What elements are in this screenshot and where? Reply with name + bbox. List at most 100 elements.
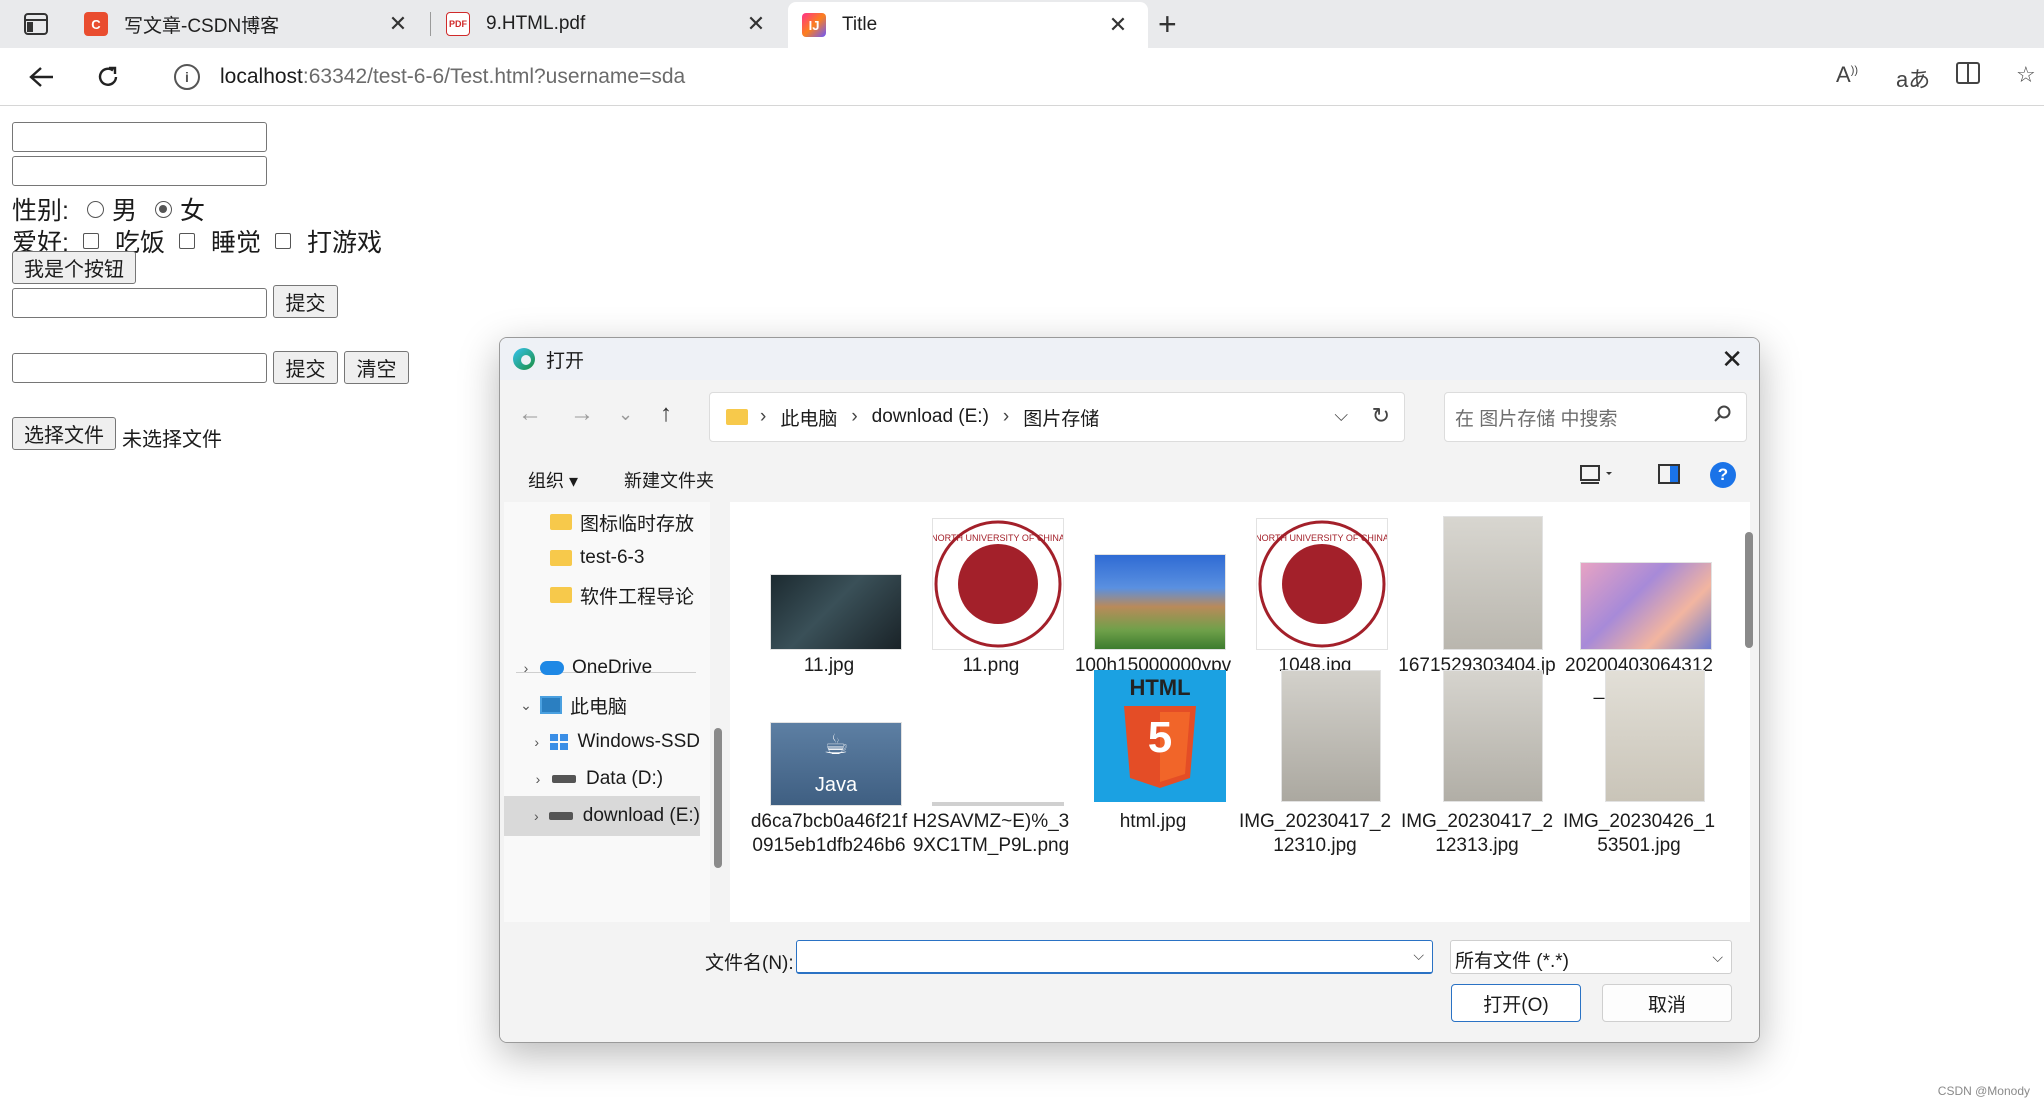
- tab-bar: C 写文章-CSDN博客 ✕ PDF 9.HTML.pdf ✕ IJ Title…: [0, 0, 2044, 48]
- gender-female-radio[interactable]: [154, 200, 172, 218]
- chevron-right-icon[interactable]: ›: [524, 808, 549, 824]
- file-item[interactable]: IMG_20230426_153501.jpg: [1560, 670, 1715, 862]
- breadcrumb-item[interactable]: 图片存储: [1023, 404, 1099, 431]
- chevron-down-icon[interactable]: ⌵: [1712, 949, 1723, 966]
- tab-close-icon[interactable]: ✕: [1106, 12, 1130, 38]
- chevron-right-icon[interactable]: ›: [524, 734, 550, 750]
- chevron-down-icon[interactable]: ⌵: [1413, 947, 1424, 964]
- csdn-favicon-icon: C: [84, 12, 108, 36]
- recent-locations-chevron-icon[interactable]: ⌄: [618, 404, 633, 425]
- new-tab-icon[interactable]: +: [1158, 8, 1177, 40]
- tab-title-active[interactable]: IJ Title ✕: [788, 2, 1148, 48]
- file-name: H2SAVMZ~E)%_39XC1TM_P9L.png: [912, 811, 1070, 856]
- nav-item-download-e[interactable]: › download (E:): [504, 796, 700, 836]
- dialog-title-bar: 打开 ✕: [500, 338, 1759, 380]
- up-folder-icon[interactable]: ↑: [660, 400, 672, 428]
- generic-button[interactable]: 我是个按钮: [12, 251, 136, 284]
- tab-close-icon[interactable]: ✕: [386, 11, 410, 37]
- address-bar[interactable]: i localhost:63342/test-6-6/Test.html?use…: [150, 54, 1805, 100]
- chevron-right-icon[interactable]: ›: [524, 771, 552, 787]
- tab-separator: [430, 12, 431, 36]
- image-thumbnail: [932, 802, 1064, 806]
- nav-item-software-engineering[interactable]: 软件工程导论: [504, 575, 700, 615]
- open-button[interactable]: 打开(O): [1451, 984, 1581, 1022]
- nav-item-test-6-3[interactable]: test-6-3: [504, 538, 700, 578]
- coffee-cup-icon: ☕: [823, 729, 849, 760]
- nav-item-this-pc[interactable]: ⌄ 此电脑: [504, 685, 700, 725]
- favorites-icon[interactable]: ☆: [2016, 62, 2036, 88]
- file-item[interactable]: H2SAVMZ~E)%_39XC1TM_P9L.png: [912, 702, 1069, 862]
- dialog-search-input[interactable]: 在 图片存储 中搜索: [1444, 392, 1747, 442]
- dialog-forward-icon[interactable]: →: [570, 400, 594, 428]
- breadcrumb[interactable]: › 此电脑 › download (E:) › 图片存储 ⌵ ↻: [709, 392, 1405, 442]
- file-item[interactable]: NORTH UNIVERSITY OF CHINA 1048.jpg: [1236, 502, 1390, 676]
- file-item[interactable]: ☕ Java d6ca7bcb0a46f21f0915eb1dfb246b600…: [750, 702, 907, 862]
- text-input-1[interactable]: [12, 288, 267, 318]
- file-item[interactable]: 1671529303404.jpg: [1398, 502, 1556, 700]
- url-host: localhost: [220, 65, 303, 88]
- breadcrumb-item[interactable]: download (E:): [872, 406, 989, 428]
- dialog-close-icon[interactable]: ✕: [1721, 344, 1743, 375]
- file-item[interactable]: IMG_20230417_212310.jpg: [1236, 670, 1391, 862]
- chevron-right-icon[interactable]: ›: [512, 660, 540, 676]
- translate-icon[interactable]: aあ: [1896, 62, 1930, 94]
- tab-pdf[interactable]: PDF 9.HTML.pdf ✕: [432, 0, 786, 48]
- dialog-footer: 文件名(N): ⌵ 所有文件 (*.*) ⌵ 打开(O) 取消: [500, 922, 1759, 1042]
- search-placeholder: 在 图片存储 中搜索: [1455, 408, 1618, 430]
- edge-icon: [513, 348, 535, 370]
- file-item[interactable]: NORTH UNIVERSITY OF CHINA 11.png: [912, 502, 1066, 676]
- nav-item-windows-ssd[interactable]: › Windows-SSD: [504, 722, 700, 762]
- image-thumbnail: [1094, 554, 1226, 650]
- tab-csdn[interactable]: C 写文章-CSDN博客 ✕: [70, 0, 428, 48]
- nav-pane-scrollbar[interactable]: [714, 728, 722, 868]
- view-options-icon[interactable]: [1580, 464, 1614, 489]
- file-type-select[interactable]: 所有文件 (*.*) ⌵: [1450, 940, 1732, 974]
- file-list-scrollbar[interactable]: [1745, 502, 1753, 922]
- nav-item-icon-temp[interactable]: 图标临时存放: [504, 502, 700, 542]
- back-icon[interactable]: [24, 60, 60, 94]
- gender-female-label: 女: [179, 197, 205, 225]
- chevron-down-icon[interactable]: ⌵: [1334, 405, 1348, 426]
- choose-file-button[interactable]: 选择文件: [12, 417, 116, 450]
- tab-title: Title: [842, 14, 878, 35]
- gender-male-radio[interactable]: [86, 200, 104, 218]
- username-input[interactable]: [12, 122, 267, 152]
- hobby-sleep-checkbox[interactable]: [178, 233, 195, 249]
- text-input-2[interactable]: [12, 353, 267, 383]
- search-icon: [1714, 405, 1732, 429]
- file-item[interactable]: IMG_20230417_212313.jpg: [1398, 670, 1553, 862]
- filename-input[interactable]: ⌵: [796, 940, 1433, 974]
- split-screen-icon[interactable]: [1956, 62, 1980, 90]
- file-item[interactable]: 11.jpg: [750, 502, 904, 676]
- nav-item-onedrive[interactable]: › OneDrive: [504, 648, 700, 688]
- nav-item-data-d[interactable]: › Data (D:): [504, 759, 700, 799]
- computer-icon: [540, 696, 562, 714]
- file-item[interactable]: 20200403064312_pnsqv.jpg: [1560, 502, 1714, 700]
- breadcrumb-item[interactable]: 此电脑: [780, 404, 837, 431]
- dialog-refresh-icon[interactable]: ↻: [1372, 403, 1390, 429]
- tab-actions-icon[interactable]: [18, 10, 54, 38]
- refresh-icon[interactable]: [90, 60, 126, 94]
- submit-button[interactable]: 提交: [273, 285, 338, 318]
- tab-close-icon[interactable]: ✕: [744, 11, 768, 37]
- hobby-eat-checkbox[interactable]: [82, 233, 99, 249]
- read-aloud-icon[interactable]: A)): [1836, 62, 1858, 88]
- java-logo-text: Java: [814, 774, 858, 796]
- preview-pane-icon[interactable]: [1658, 464, 1680, 489]
- scrollbar-thumb[interactable]: [1745, 532, 1753, 648]
- cancel-button[interactable]: 取消: [1602, 984, 1732, 1022]
- hobby-game-checkbox[interactable]: [274, 233, 291, 249]
- password-input[interactable]: [12, 156, 267, 186]
- reset-button[interactable]: 清空: [344, 351, 409, 384]
- file-name: d6ca7bcb0a46f21f0915eb1dfb246b600c33ae: [750, 811, 908, 856]
- file-item[interactable]: HTML 5 html.jpg: [1074, 670, 1228, 862]
- new-folder-button[interactable]: 新建文件夹: [624, 467, 714, 493]
- help-icon[interactable]: ?: [1710, 462, 1736, 488]
- file-item[interactable]: 100h15000000ypvt27F7F.jpg: [1074, 502, 1231, 700]
- organize-menu[interactable]: 组织 ▾: [528, 467, 578, 493]
- info-icon[interactable]: i: [174, 64, 200, 90]
- nav-item-label: Data (D:): [586, 768, 664, 789]
- submit-button-2[interactable]: 提交: [273, 351, 338, 384]
- chevron-down-icon[interactable]: ⌄: [512, 697, 540, 714]
- dialog-back-icon[interactable]: ←: [518, 400, 542, 428]
